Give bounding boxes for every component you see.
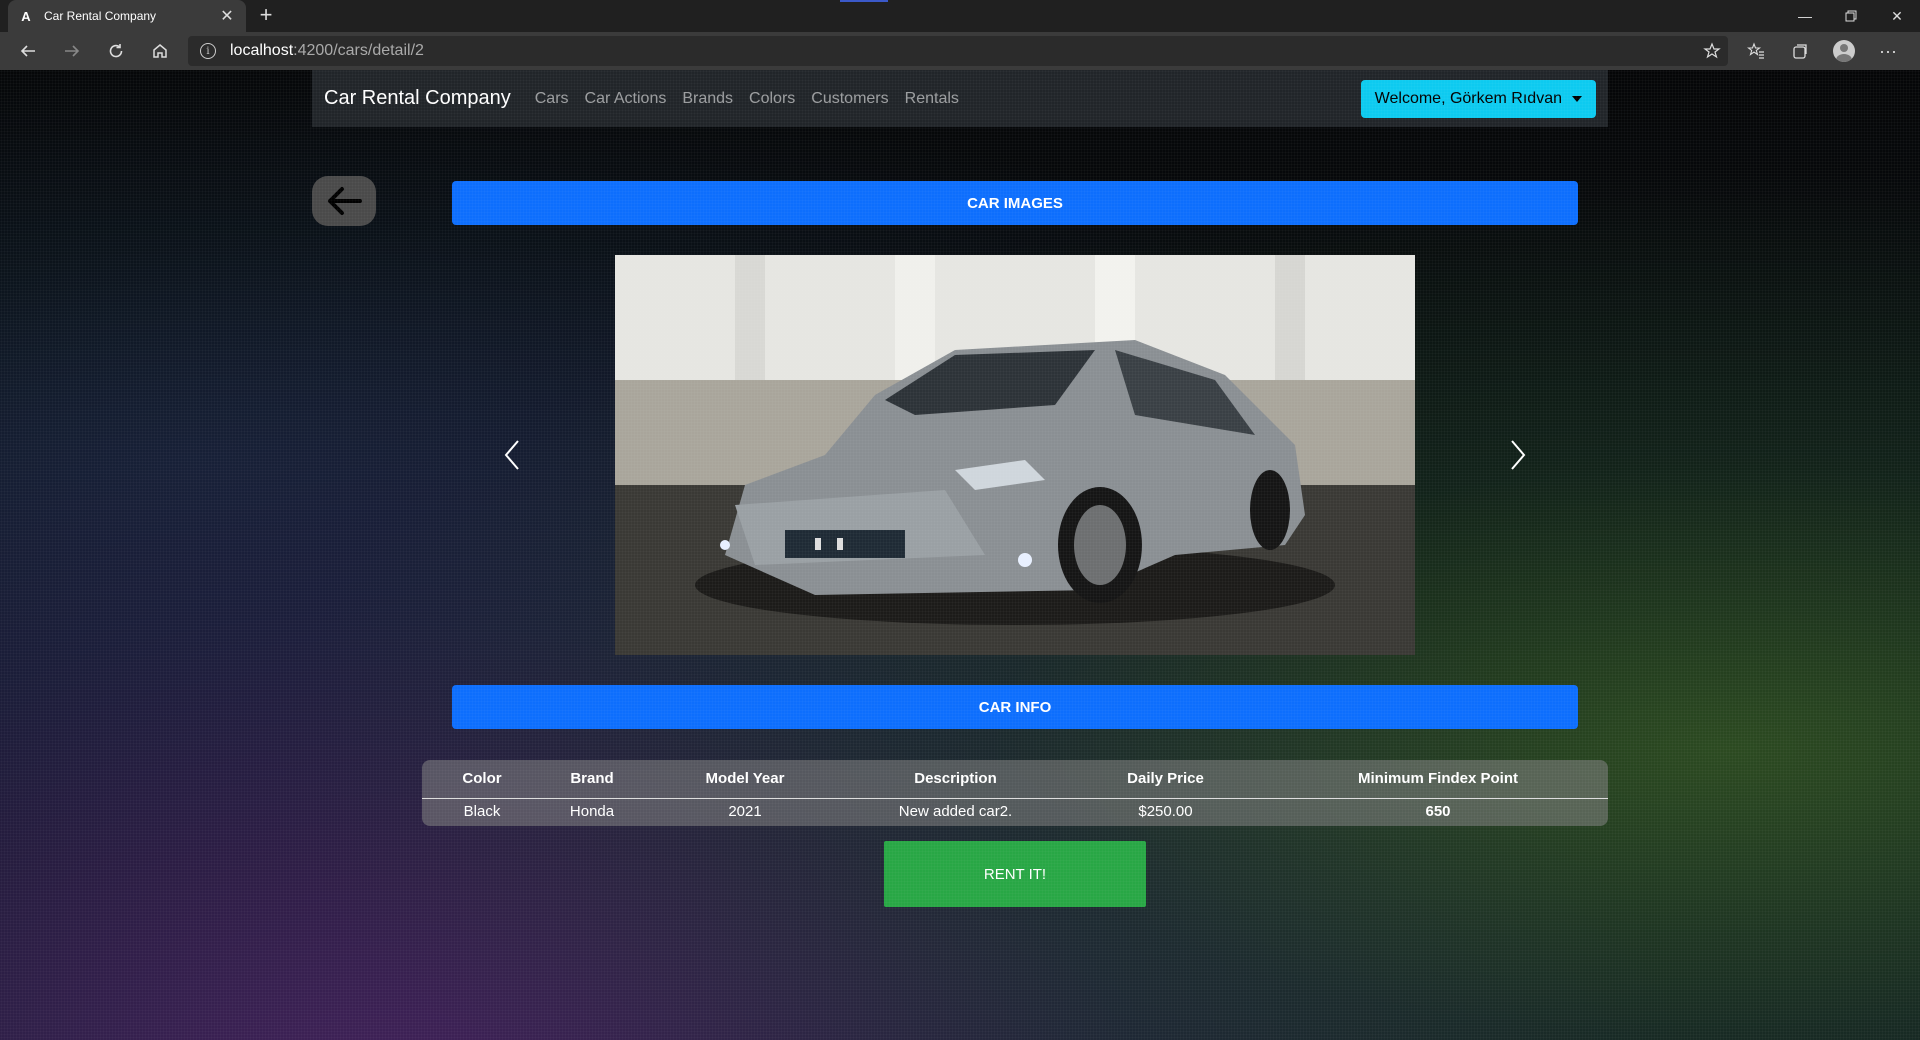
chevron-left-icon [504, 440, 519, 470]
back-button[interactable] [312, 176, 376, 226]
window-controls: — ✕ [1782, 0, 1920, 32]
nav-link-rentals[interactable]: Rentals [905, 90, 959, 108]
nav-link-cars[interactable]: Cars [535, 90, 569, 108]
browser-tab[interactable]: A Car Rental Company ✕ [8, 0, 246, 32]
new-tab-icon[interactable]: + [254, 4, 278, 28]
nav-link-customers[interactable]: Customers [811, 90, 888, 108]
rent-button[interactable]: RENT IT! [884, 841, 1146, 907]
column-header-min-findex: Minimum Findex Point [1268, 760, 1608, 799]
window-close-icon[interactable]: ✕ [1874, 0, 1920, 32]
home-icon[interactable] [138, 33, 182, 69]
column-header-description: Description [848, 760, 1063, 799]
car-photo [615, 255, 1415, 655]
cell-description: New added car2. [898, 803, 1013, 821]
cell-model-year: 2021 [728, 803, 762, 821]
table-header-row: Color Brand Model Year Description Daily… [422, 760, 1608, 799]
nav-link-car-actions[interactable]: Car Actions [585, 90, 667, 108]
add-favorite-icon[interactable] [1690, 32, 1734, 70]
toolbar-right: ··· [1690, 32, 1910, 70]
column-header-color: Color [422, 760, 542, 799]
column-header-brand: Brand [542, 760, 642, 799]
favorites-icon[interactable] [1734, 32, 1778, 70]
user-dropdown-button[interactable]: Welcome, Görkem Rıdvan [1360, 80, 1596, 118]
cell-brand: Honda [569, 803, 615, 821]
car-image-carousel [452, 255, 1578, 655]
browser-toolbar: i localhost:4200/cars/detail/2 ··· [0, 32, 1920, 70]
navbar-brand[interactable]: Car Rental Company [324, 87, 511, 110]
chevron-right-icon [1511, 440, 1526, 470]
address-bar[interactable]: i localhost:4200/cars/detail/2 [188, 36, 1728, 66]
more-options-icon[interactable]: ··· [1866, 32, 1910, 70]
nav-link-colors[interactable]: Colors [749, 90, 795, 108]
carousel-prev-button[interactable] [492, 425, 532, 485]
caret-down-icon [1572, 96, 1582, 102]
carousel-next-button[interactable] [1498, 425, 1538, 485]
forward-icon[interactable] [50, 33, 94, 69]
cell-daily-price: $250.00 [1138, 803, 1193, 821]
url-host: localhost [230, 42, 294, 59]
tab-indicator [840, 0, 888, 2]
collections-icon[interactable] [1778, 32, 1822, 70]
site-info-icon[interactable]: i [200, 43, 216, 59]
car-images-header: CAR IMAGES [452, 181, 1578, 225]
tab-title: Car Rental Company [44, 9, 157, 23]
back-icon[interactable] [6, 33, 50, 69]
cell-color: Black [463, 803, 501, 821]
arrow-left-icon [328, 187, 362, 215]
navbar: Car Rental Company Cars Car Actions Bran… [312, 70, 1608, 127]
nav-link-brands[interactable]: Brands [682, 90, 733, 108]
column-header-model-year: Model Year [642, 760, 848, 799]
restore-icon[interactable] [1828, 0, 1874, 32]
column-header-daily-price: Daily Price [1063, 760, 1268, 799]
cell-min-findex: 650 [1425, 803, 1451, 821]
angular-favicon-icon: A [21, 8, 31, 24]
close-tab-icon[interactable]: ✕ [218, 6, 236, 26]
car-info-header: CAR INFO [452, 685, 1578, 729]
browser-tabstrip: A Car Rental Company ✕ + — ✕ [0, 0, 1920, 32]
refresh-icon[interactable] [94, 33, 138, 69]
minimize-icon[interactable]: — [1782, 0, 1828, 32]
profile-icon[interactable] [1822, 32, 1866, 70]
page-viewport: Car Rental Company Cars Car Actions Bran… [0, 70, 1920, 1040]
url-path: :4200/cars/detail/2 [293, 42, 424, 59]
table-row: Black Honda 2021 New added car2. $250.00… [422, 798, 1608, 825]
welcome-label: Welcome, Görkem Rıdvan [1374, 90, 1562, 107]
car-info-table: Color Brand Model Year Description Daily… [422, 760, 1608, 826]
